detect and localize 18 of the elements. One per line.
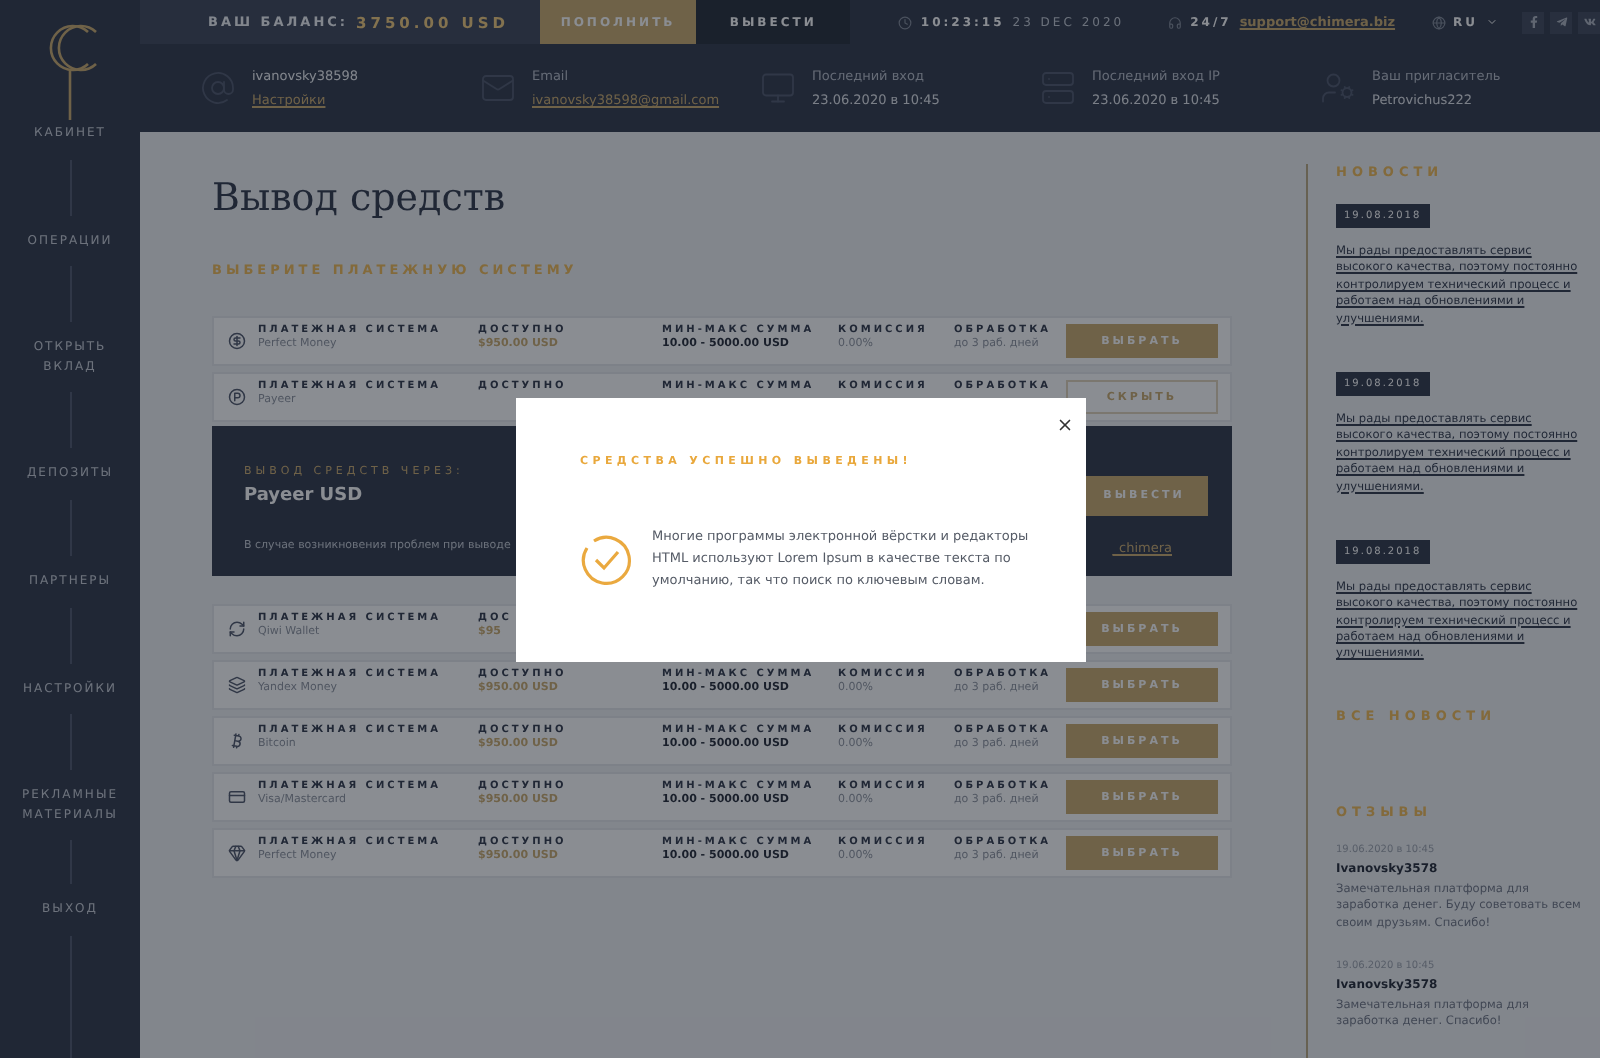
check-circle-icon [580, 533, 632, 586]
clock-icon [898, 15, 913, 29]
headset-icon [1168, 15, 1183, 29]
facebook-icon[interactable] [1522, 11, 1545, 33]
card-icon [227, 788, 245, 806]
refresh-icon [227, 620, 245, 638]
globe-icon [1431, 15, 1446, 29]
page-title: Вывод средств [212, 176, 508, 220]
vk-icon[interactable] [1578, 11, 1600, 33]
layers-icon [227, 676, 245, 694]
panel-system: Payeer USD [244, 486, 365, 506]
gem-icon [227, 844, 245, 862]
chevron-down-icon [1486, 16, 1499, 28]
bitcoin-icon [227, 732, 245, 750]
p-coin-icon [227, 388, 245, 406]
close-icon[interactable] [1056, 416, 1074, 434]
telegram-icon[interactable] [1550, 11, 1573, 33]
dollar-coin-icon [227, 332, 245, 350]
